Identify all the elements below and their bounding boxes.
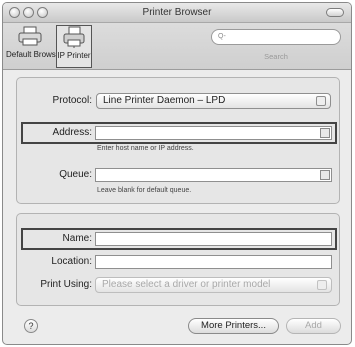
queue-label: Queue: xyxy=(59,169,92,180)
connection-group: Protocol: Line Printer Daemon – LPD Addr… xyxy=(16,77,340,204)
search-icon: Q- xyxy=(218,33,226,40)
add-button[interactable]: Add xyxy=(286,318,341,334)
location-field[interactable] xyxy=(95,255,332,269)
name-label: Name: xyxy=(62,233,92,244)
address-dropdown-button[interactable] xyxy=(320,128,330,138)
ip-printer-label: IP Printer xyxy=(57,51,91,60)
address-hint: Enter host name or IP address. xyxy=(97,145,194,152)
ip-printer-button[interactable]: IP Printer xyxy=(56,25,92,68)
location-label: Location: xyxy=(51,256,92,267)
queue-hint: Leave blank for default queue. xyxy=(97,187,192,194)
print-using-popup[interactable]: Please select a driver or printer model xyxy=(95,277,332,293)
name-field[interactable] xyxy=(95,232,332,246)
search-input[interactable]: Q- xyxy=(211,29,341,45)
popup-arrows-icon xyxy=(316,96,326,106)
printer-icon xyxy=(18,26,42,46)
window-title: Printer Browser xyxy=(142,7,212,18)
popup-arrows-icon xyxy=(317,280,327,290)
protocol-value: Line Printer Daemon – LPD xyxy=(103,95,226,106)
network-printer-icon xyxy=(63,26,85,48)
search-label: Search xyxy=(264,52,288,61)
search-area: Q- Search xyxy=(211,29,341,61)
printer-info-group: Name: Location: Print Using: Please sele… xyxy=(16,213,340,306)
title-bar: Printer Browser xyxy=(3,3,351,23)
print-using-label: Print Using: xyxy=(40,279,92,290)
address-label: Address: xyxy=(52,127,92,138)
help-button[interactable]: ? xyxy=(24,319,38,333)
print-using-value: Please select a driver or printer model xyxy=(102,279,271,290)
address-field[interactable] xyxy=(95,126,332,140)
toolbar: Default Browser IP Printer Q- Search xyxy=(3,23,351,70)
protocol-popup[interactable]: Line Printer Daemon – LPD xyxy=(96,93,331,109)
queue-field[interactable] xyxy=(95,168,332,182)
toolbar-toggle-button[interactable] xyxy=(326,8,344,17)
more-printers-button[interactable]: More Printers... xyxy=(188,318,279,334)
queue-dropdown-button[interactable] xyxy=(320,170,330,180)
default-browser-label: Default Browser xyxy=(6,50,63,59)
default-browser-button[interactable]: Default Browser xyxy=(6,25,63,68)
protocol-label: Protocol: xyxy=(52,95,92,106)
printer-browser-window: Printer Browser Default Browser IP Print… xyxy=(2,2,352,345)
